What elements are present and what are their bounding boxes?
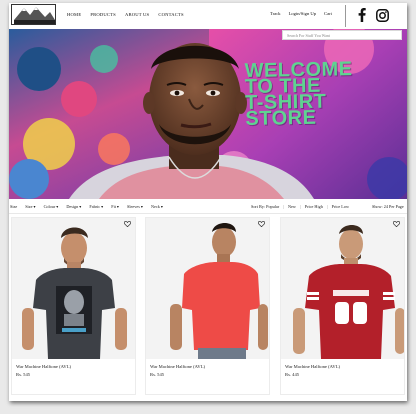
filter-design[interactable]: Design ▾: [66, 204, 81, 209]
sort-options: Sort By: Popular | New | Price High | Pr…: [251, 204, 349, 209]
sort-popular[interactable]: Sort By: Popular: [251, 204, 279, 209]
hero-banner: WELCOME TO THE T-SHIRT STORE: [9, 29, 407, 199]
social-links: [358, 8, 389, 22]
instagram-icon[interactable]: [376, 8, 389, 22]
site-header: HOME PRODUCTS ABOUT US CONTACTS Track Lo…: [9, 3, 407, 29]
filter-colour[interactable]: Colour ▾: [44, 204, 59, 209]
wishlist-heart-icon[interactable]: [393, 221, 400, 227]
product-card[interactable]: War Machine Halftone (AVL) Rs. 545: [145, 217, 270, 395]
product-name[interactable]: War Machine Halftone (AVL): [285, 364, 340, 369]
search-input[interactable]: Search For Stuff You Want: [282, 30, 402, 40]
product-image[interactable]: [146, 218, 269, 359]
sort-price-low[interactable]: Price Low: [332, 204, 349, 209]
nav-contacts[interactable]: CONTACTS: [158, 12, 183, 17]
nav-home[interactable]: HOME: [67, 12, 81, 17]
product-image[interactable]: [281, 218, 404, 359]
mountain-logo-icon: [12, 5, 55, 24]
product-price: Rs. 445: [285, 372, 300, 377]
product-grid: War Machine Halftone (AVL) Rs. 545 War M…: [9, 217, 407, 401]
search-placeholder: Search For Stuff You Want: [287, 33, 330, 38]
sort-new[interactable]: New: [288, 204, 296, 209]
product-name[interactable]: War Machine Halftone (AVL): [16, 364, 71, 369]
cart-link[interactable]: Cart: [324, 11, 332, 16]
product-image[interactable]: [12, 218, 135, 359]
filter-sizes[interactable]: Size ▾: [25, 204, 35, 209]
product-name[interactable]: War Machine Halftone (AVL): [150, 364, 205, 369]
sort-separator: |: [326, 204, 328, 209]
header-divider: [345, 5, 346, 27]
track-link[interactable]: Track: [270, 11, 281, 16]
site-logo[interactable]: [11, 4, 56, 25]
facebook-icon[interactable]: [358, 8, 366, 22]
filter-fit[interactable]: Fit ▾: [111, 204, 119, 209]
tshirt-shape: [182, 262, 260, 350]
nav-about-us[interactable]: ABOUT US: [125, 12, 149, 17]
per-page-select[interactable]: Show: 24 Per Page: [372, 204, 404, 209]
filter-sleeves[interactable]: Sleeves ▾: [127, 204, 143, 209]
filter-bar: Size Size ▾ Colour ▾ Design ▾ Fabric ▾ F…: [9, 200, 407, 214]
login-signup-link[interactable]: Login/Sign Up: [289, 11, 316, 16]
filter-size-fragment[interactable]: Size: [10, 204, 17, 209]
filter-neck[interactable]: Neck ▾: [151, 204, 163, 209]
browser-frame: HOME PRODUCTS ABOUT US CONTACTS Track Lo…: [9, 3, 407, 401]
product-card[interactable]: War Machine Halftone (AVL) Rs. 545: [11, 217, 136, 395]
account-links: Track Login/Sign Up Cart: [270, 11, 332, 16]
nav-products[interactable]: PRODUCTS: [90, 12, 116, 17]
sort-separator: |: [299, 204, 301, 209]
sort-separator: |: [283, 204, 284, 209]
filter-fabric[interactable]: Fabric ▾: [89, 204, 103, 209]
product-price: Rs. 545: [16, 372, 31, 377]
sort-price-high[interactable]: Price High: [305, 204, 323, 209]
wishlist-heart-icon[interactable]: [258, 221, 265, 227]
filter-list: Size Size ▾ Colour ▾ Design ▾ Fabric ▾ F…: [10, 204, 163, 209]
product-card[interactable]: War Machine Halftone (AVL) Rs. 445: [280, 217, 405, 395]
main-nav: HOME PRODUCTS ABOUT US CONTACTS: [67, 12, 184, 17]
hero-image: [9, 29, 407, 199]
wishlist-heart-icon[interactable]: [124, 221, 131, 227]
product-price: Rs. 545: [150, 372, 165, 377]
